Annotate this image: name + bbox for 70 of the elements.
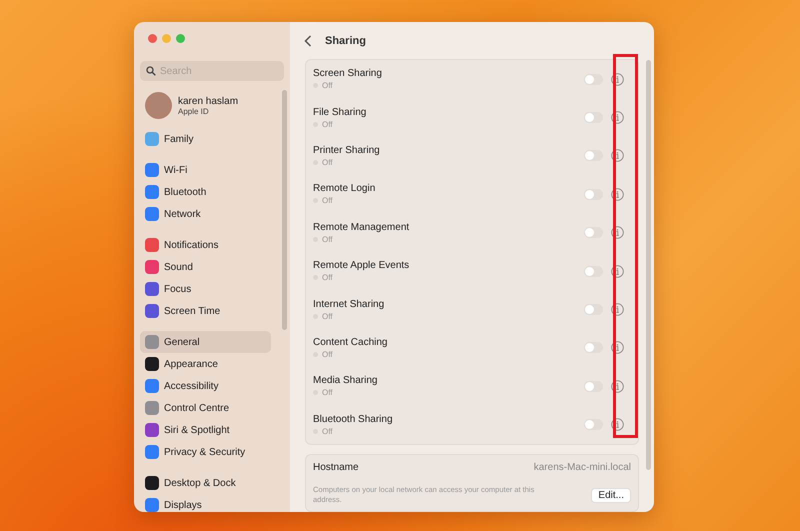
toggle-switch[interactable] (584, 304, 603, 316)
service-name: Screen Sharing (313, 68, 383, 80)
service-name: File Sharing (313, 106, 368, 118)
status-text: Off (322, 273, 333, 282)
status-text: Off (322, 81, 333, 90)
sidebar-item[interactable]: Siri & Spotlight (140, 419, 271, 441)
toggle-switch[interactable] (584, 227, 603, 238)
info-icon[interactable] (611, 111, 624, 124)
sidebar-item[interactable]: Bluetooth (140, 181, 271, 203)
toggle-switch[interactable] (584, 74, 603, 85)
profile-item[interactable]: karen haslam Apple ID (140, 92, 284, 119)
back-icon[interactable] (304, 34, 312, 46)
status-text: Off (322, 426, 333, 436)
info-icon[interactable] (611, 72, 624, 86)
toggle-switch[interactable] (584, 342, 603, 354)
sidebar-item[interactable]: Desktop & Dock (140, 472, 271, 494)
service-name: Bluetooth Sharing (313, 414, 394, 425)
sidebar-item[interactable]: Privacy & Security (140, 441, 271, 463)
sidebar-item[interactable]: Sound (140, 256, 271, 278)
sidebar-item[interactable]: Notifications (140, 234, 271, 256)
info-icon[interactable] (611, 188, 624, 201)
hostname-label: Hostname (313, 462, 359, 474)
info-icon[interactable] (611, 264, 624, 278)
edit-button[interactable]: Edit... (591, 488, 631, 503)
close-button[interactable] (148, 34, 157, 43)
status-text: Off (322, 196, 333, 206)
status-text: Off (322, 158, 333, 167)
service-name: Remote Apple Events (313, 260, 410, 272)
status-text: Off (322, 120, 333, 129)
status-text: Off (322, 350, 333, 359)
sidebar-item[interactable]: Network (140, 203, 271, 225)
sidebar-item[interactable]: Appearance (140, 353, 271, 375)
status-text: Off (322, 312, 333, 321)
toggle-switch[interactable] (584, 266, 603, 277)
sidebar-item[interactable]: Displays (140, 494, 271, 512)
page-title: Sharing (325, 34, 366, 46)
avatar (145, 92, 172, 119)
sidebar-item[interactable]: Wi-Fi (140, 159, 271, 181)
sidebar-item[interactable]: Focus (140, 278, 271, 300)
hostname-value: karens-Mac-mini.local (534, 462, 631, 474)
info-icon[interactable] (611, 341, 624, 354)
sidebar-item[interactable]: Family (140, 128, 271, 150)
info-icon[interactable] (611, 380, 624, 393)
service-name: Media Sharing (313, 375, 378, 386)
service-name: Printer Sharing (313, 144, 381, 156)
minimize-button[interactable] (162, 34, 171, 43)
sidebar-item[interactable]: General (140, 331, 271, 353)
status-text: Off (322, 388, 333, 398)
status-text: Off (322, 234, 333, 244)
sidebar-item[interactable]: Screen Time (140, 300, 271, 322)
info-icon[interactable] (611, 149, 624, 162)
info-icon[interactable] (611, 303, 624, 316)
service-name: Remote Login (313, 183, 376, 194)
toggle-switch[interactable] (584, 150, 603, 162)
toggle-switch[interactable] (584, 188, 603, 200)
scrollbar[interactable] (646, 60, 651, 470)
service-name: Remote Management (313, 222, 410, 233)
service-name: Internet Sharing (313, 298, 386, 310)
profile-name: karen haslam (178, 96, 238, 106)
scrollbar[interactable] (282, 90, 287, 330)
sidebar-item[interactable]: Control Centre (140, 397, 271, 419)
sidebar-item[interactable]: Accessibility (140, 375, 271, 397)
service-name: Content Caching (313, 336, 388, 348)
info-icon[interactable] (611, 226, 624, 240)
profile-subtitle: Apple ID (178, 106, 210, 116)
toggle-switch[interactable] (584, 419, 603, 430)
info-icon[interactable] (611, 418, 624, 432)
toggle-switch[interactable] (584, 380, 603, 392)
zoom-button[interactable] (176, 34, 185, 43)
toggle-switch[interactable] (584, 112, 603, 124)
